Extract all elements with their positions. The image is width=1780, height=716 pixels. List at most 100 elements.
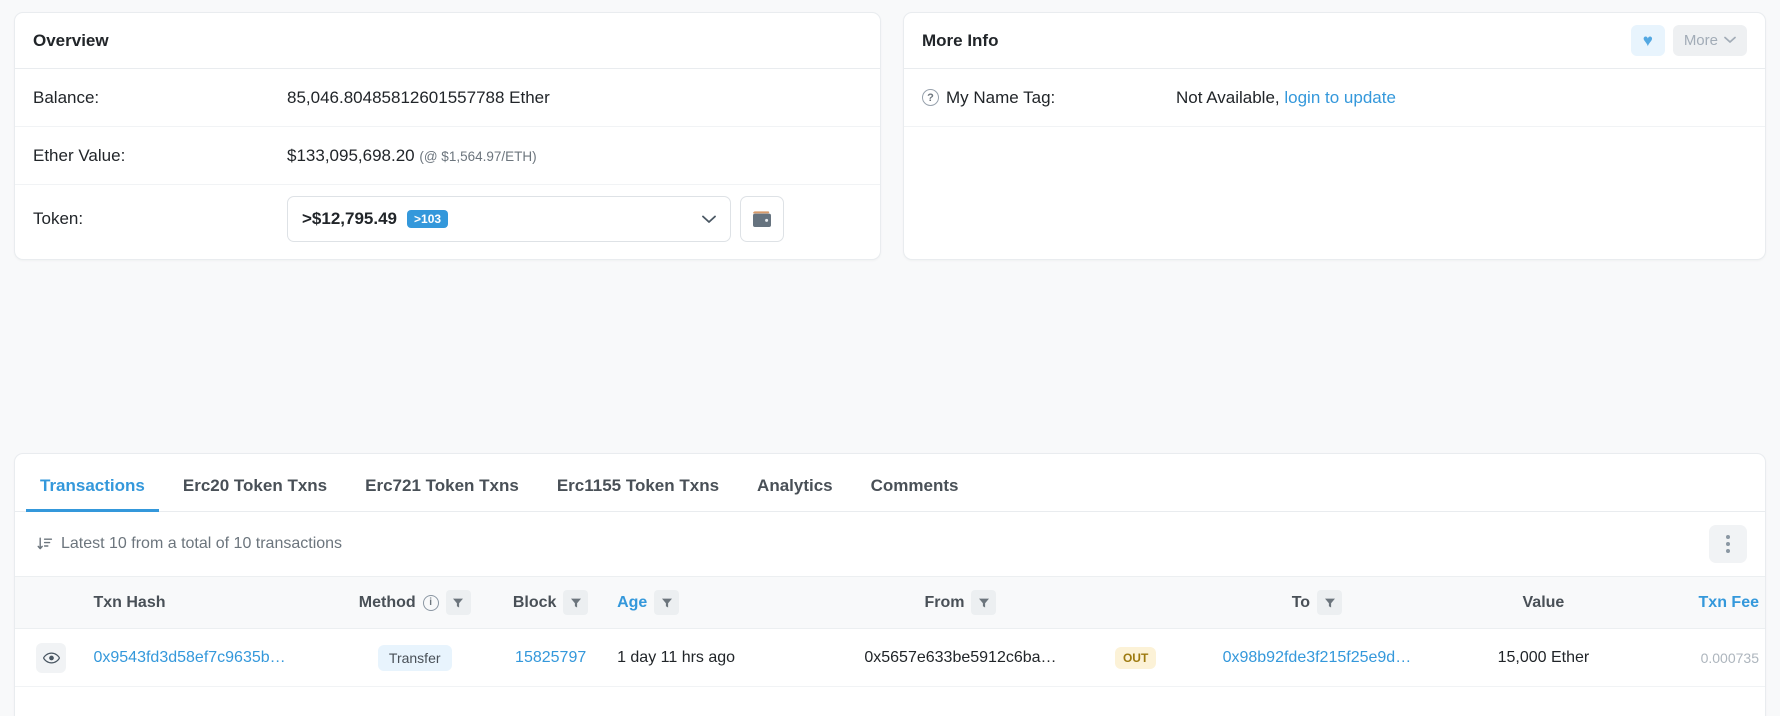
ether-rate: (@ $1,564.97/ETH) (419, 148, 537, 164)
tab-erc20-token-txns[interactable]: Erc20 Token Txns (169, 476, 341, 511)
col-txn-fee: Txn Fee (1634, 576, 1765, 629)
col-block-inner: Block (496, 590, 605, 615)
chevron-down-icon (1724, 35, 1736, 47)
col-block: Block (490, 576, 612, 629)
from-filter-button[interactable] (971, 590, 997, 615)
col-to-inner: To (1187, 590, 1447, 615)
heart-icon: ♥ (1642, 31, 1653, 50)
login-to-update-link[interactable]: login to update (1284, 88, 1396, 107)
txn-hash-link[interactable]: 0x9543fd3d58ef7c9635b… (93, 649, 285, 666)
tab-erc721-token-txns[interactable]: Erc721 Token Txns (351, 476, 533, 511)
overview-card-header: Overview (15, 13, 880, 69)
block-link[interactable]: 15825797 (515, 649, 586, 667)
transactions-table-body: 0x9543fd3d58ef7c9635b… Transfer 15825797… (15, 628, 1765, 687)
wallet-icon-button[interactable] (740, 196, 784, 242)
sort-descending-icon[interactable] (37, 536, 53, 552)
tab-analytics[interactable]: Analytics (743, 476, 847, 511)
filter-icon (570, 598, 581, 607)
token-count-badge: >103 (407, 210, 449, 228)
table-header-row: Txn Hash Method i Block Age From To Valu… (15, 576, 1765, 629)
to-filter-button[interactable] (1317, 590, 1343, 615)
col-txn-fee-inner: Txn Fee (1640, 594, 1759, 612)
name-tag-value-wrap: Not Available, login to update (1176, 88, 1396, 108)
preview-eye-button[interactable] (36, 642, 67, 673)
col-to: To (1180, 576, 1453, 629)
token-label: Token: (33, 209, 84, 228)
summary-cards-row: Overview Balance: 85,046.804858126015577… (0, 0, 1780, 260)
age-text: 1 day 11 hrs ago (617, 648, 736, 666)
cell-from: 0x5657e633be5912c6ba… (830, 628, 1091, 687)
token-dropdown[interactable]: >$12,795.49 >103 (287, 196, 731, 242)
col-block-label: Block (512, 593, 557, 611)
col-age: Age (611, 576, 831, 629)
tab-comments[interactable]: Comments (857, 476, 973, 511)
favorite-button[interactable]: ♥ (1630, 25, 1665, 56)
overview-card: Overview Balance: 85,046.804858126015577… (14, 12, 881, 260)
table-options-button[interactable] (1709, 525, 1747, 563)
to-address-link[interactable]: 0x98b92fde3f215f25e9d… (1223, 649, 1412, 667)
token-amount: >$12,795.49 (302, 209, 398, 228)
tab-erc1155-token-txns[interactable]: Erc1155 Token Txns (543, 476, 733, 511)
token-row: Token: >$12,795.49 >103 (15, 185, 880, 253)
col-value-label: Value (1522, 593, 1565, 611)
cell-direction: OUT (1090, 628, 1181, 687)
col-from-label: From (924, 593, 965, 611)
more-info-title: More Info (921, 30, 999, 50)
cell-preview (15, 628, 88, 687)
age-filter-button[interactable] (654, 590, 680, 615)
chevron-down-icon (702, 212, 716, 227)
col-from: From (830, 576, 1091, 629)
balance-value: 85,046.80485812601557788 Ether (287, 87, 550, 107)
overview-title: Overview (33, 30, 109, 50)
token-controls: >$12,795.49 >103 (287, 196, 784, 242)
ether-value-row: Ether Value: $133,095,698.20 (@ $1,564.9… (15, 127, 880, 185)
col-txn-hash: Txn Hash (87, 576, 340, 629)
vertical-dots-icon (1726, 542, 1730, 546)
col-value-inner: Value (1459, 594, 1628, 612)
from-address[interactable]: 0x5657e633be5912c6ba… (864, 649, 1056, 667)
transactions-table-head: Txn Hash Method i Block Age From To Valu… (15, 576, 1765, 629)
name-tag-row: ? My Name Tag: Not Available, login to u… (903, 69, 1765, 127)
tab-bar: Transactions Erc20 Token Txns Erc721 Tok… (15, 454, 1765, 512)
tab-transactions[interactable]: Transactions (26, 476, 159, 512)
col-method-label: Method (358, 593, 416, 611)
info-icon[interactable]: i (422, 594, 439, 611)
vertical-dots-icon (1726, 549, 1730, 553)
cell-method: Transfer (339, 628, 491, 687)
method-filter-button[interactable] (445, 590, 471, 615)
filter-icon (1324, 598, 1335, 607)
balance-label: Balance: (33, 87, 100, 107)
more-info-card: More Info ♥ More ? My Name Tag: Not Avai… (902, 12, 1766, 260)
name-tag-label-wrap: ? My Name Tag: (921, 87, 1176, 108)
method-badge: Transfer (377, 644, 452, 671)
block-filter-button[interactable] (563, 590, 589, 615)
transactions-panel: Transactions Erc20 Token Txns Erc721 Tok… (14, 453, 1766, 716)
filter-icon (661, 598, 672, 607)
col-to-label: To (1291, 593, 1311, 611)
filter-icon (453, 598, 464, 607)
name-tag-label: My Name Tag: (945, 87, 1056, 107)
table-row: 0x9543fd3d58ef7c9635b… Transfer 15825797… (15, 628, 1765, 687)
ether-value-usd: $133,095,698.20 (287, 145, 415, 165)
direction-badge: OUT (1114, 646, 1157, 669)
vertical-dots-icon (1726, 535, 1730, 539)
more-dropdown-button[interactable]: More (1672, 25, 1747, 56)
balance-row: Balance: 85,046.80485812601557788 Ether (15, 69, 880, 127)
account-page: Overview Balance: 85,046.804858126015577… (0, 0, 1780, 716)
help-icon[interactable]: ? (921, 89, 939, 106)
more-info-card-header: More Info ♥ More (903, 13, 1765, 69)
cell-txn-fee: 0.000735 (1634, 628, 1765, 687)
eye-icon (42, 651, 60, 664)
col-age-label[interactable]: Age (617, 594, 647, 612)
col-value: Value (1452, 576, 1635, 629)
col-from-inner: From (837, 590, 1085, 615)
cell-block: 15825797 (490, 628, 612, 687)
transactions-count-text: Latest 10 from a total of 10 transaction… (61, 535, 343, 552)
cell-to: 0x98b92fde3f215f25e9d… (1180, 628, 1453, 687)
more-button-label: More (1683, 32, 1718, 49)
col-method-inner: Method i (345, 590, 484, 615)
transactions-summary-bar: Latest 10 from a total of 10 transaction… (15, 512, 1765, 576)
cell-txn-hash: 0x9543fd3d58ef7c9635b… (87, 628, 340, 687)
col-txn-fee-label[interactable]: Txn Fee (1699, 594, 1759, 612)
value-text: 15,000 Ether (1497, 648, 1590, 666)
